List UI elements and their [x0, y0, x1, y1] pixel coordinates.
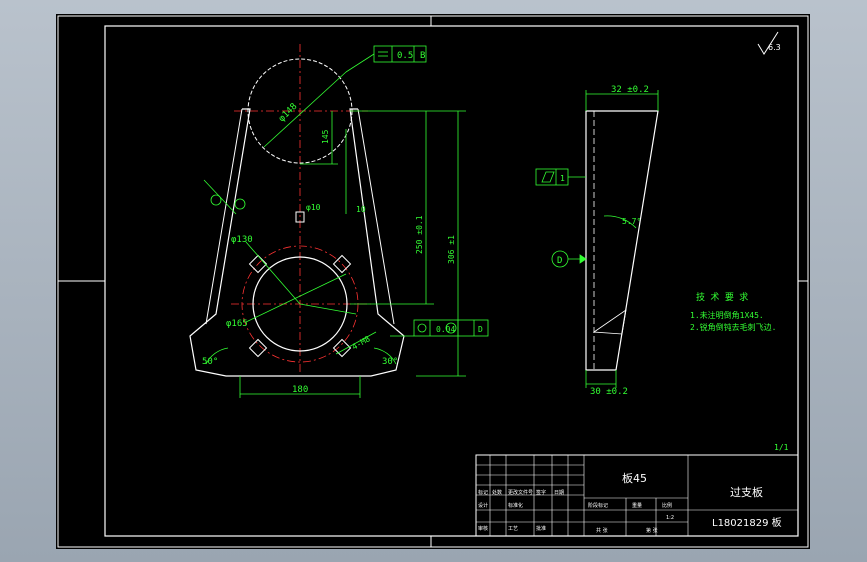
- side-view: 32 ±0.2 30 ±0.2 5.7° 1 D: [535, 85, 659, 397]
- tb-cell-standard: 标准化: [508, 502, 523, 509]
- drawing-sheet: φ148 0.5 B 145 250 ±0.1 306 ±1 φ10 10 φ1…: [56, 14, 810, 549]
- dim-306: 306 ±1: [447, 235, 456, 264]
- plate-right-edge: [357, 108, 395, 325]
- dim-angle-left: 50°: [202, 357, 218, 367]
- front-view: φ148 0.5 B 145 250 ±0.1 306 ±1 φ10 10 φ1…: [189, 44, 489, 398]
- bolt-hole-bl: [248, 338, 268, 358]
- dim-thread: 4-M8: [351, 334, 372, 352]
- inner-border: [104, 25, 799, 537]
- dim-top-circle: φ148: [277, 102, 299, 124]
- tb-drawing-no: L18021829 板: [712, 516, 782, 529]
- tech-requirements: 技 术 要 求 1.未注明倒角1X45. 2.锐角倒钝去毛刺飞边.: [690, 291, 776, 332]
- tb-cell-change: 更改文件号: [508, 489, 533, 496]
- tb-cell-scale: 比例: [662, 502, 672, 509]
- outer-border: [57, 15, 809, 548]
- flatness-leader: [345, 53, 375, 73]
- tb-cell-review: 审核: [478, 525, 488, 532]
- position-value: 0.04: [436, 325, 455, 334]
- datum-label: D: [557, 256, 562, 266]
- tb-cell-total: 共 张: [596, 527, 608, 534]
- side-dim-top: 32 ±0.2: [611, 85, 649, 95]
- tb-cell-weight: 重量: [632, 502, 642, 509]
- corner-note: 1/1: [774, 443, 789, 452]
- dim-10: 10: [356, 205, 366, 214]
- dim-bolt-circle: φ165: [226, 319, 248, 329]
- plate-outline: [189, 108, 405, 377]
- dim-250: 250 ±0.1: [415, 215, 424, 254]
- bolt-hole-tr: [332, 254, 352, 274]
- title-block: 标记 处数 更改文件号 签字 日期 设计 标准化 阶段标记 重量 比例 1:2 …: [475, 454, 799, 537]
- position-datum: D: [478, 325, 483, 334]
- dim-hole-small: φ10: [306, 203, 321, 212]
- cad-drawing: φ148 0.5 B 145 250 ±0.1 306 ±1 φ10 10 φ1…: [57, 15, 809, 548]
- tech-req-item-2: 2.锐角倒钝去毛刺飞边.: [690, 322, 776, 332]
- tb-cell-process: 工艺: [508, 526, 518, 532]
- dia-leader-top: [263, 71, 347, 148]
- tb-scale-value: 1:2: [666, 515, 674, 521]
- plate-left-edge: [205, 108, 243, 325]
- flatness-value: 0.5: [397, 51, 413, 61]
- roughness-symbol: 6.3: [757, 31, 781, 55]
- tb-cell-sheet: 第 张: [646, 527, 658, 534]
- side-dim-bottom: 30 ±0.2: [590, 387, 628, 397]
- tb-cell-approve: 批准: [536, 525, 546, 532]
- dim-bottom-width: 180: [292, 385, 308, 395]
- tb-cell-stage: 阶段标记: [588, 502, 608, 509]
- tech-req-item-1: 1.未注明倒角1X45.: [690, 310, 764, 320]
- dim-angle-right: 30°: [382, 357, 398, 367]
- tb-cell-sign: 签字: [536, 489, 546, 496]
- dim-bore: φ130: [231, 235, 253, 245]
- side-chamfer: [592, 309, 627, 335]
- tb-material: 板45: [622, 471, 647, 485]
- tb-cell-date: 日期: [554, 490, 564, 496]
- side-dim-angle: 5.7°: [622, 217, 641, 226]
- flatness-datum: B: [420, 51, 425, 61]
- roughness-value: 6.3: [768, 43, 781, 52]
- tech-req-title: 技 术 要 求: [696, 291, 748, 303]
- dim-145: 145: [321, 129, 330, 144]
- side-outline: [585, 110, 659, 371]
- parallelism-datum: 1: [560, 174, 565, 183]
- tb-cell-count: 处数: [492, 489, 502, 496]
- tb-part-name: 过支板: [730, 485, 763, 499]
- tb-cell-design: 设计: [478, 502, 488, 509]
- tb-cell-mark: 标记: [478, 489, 488, 496]
